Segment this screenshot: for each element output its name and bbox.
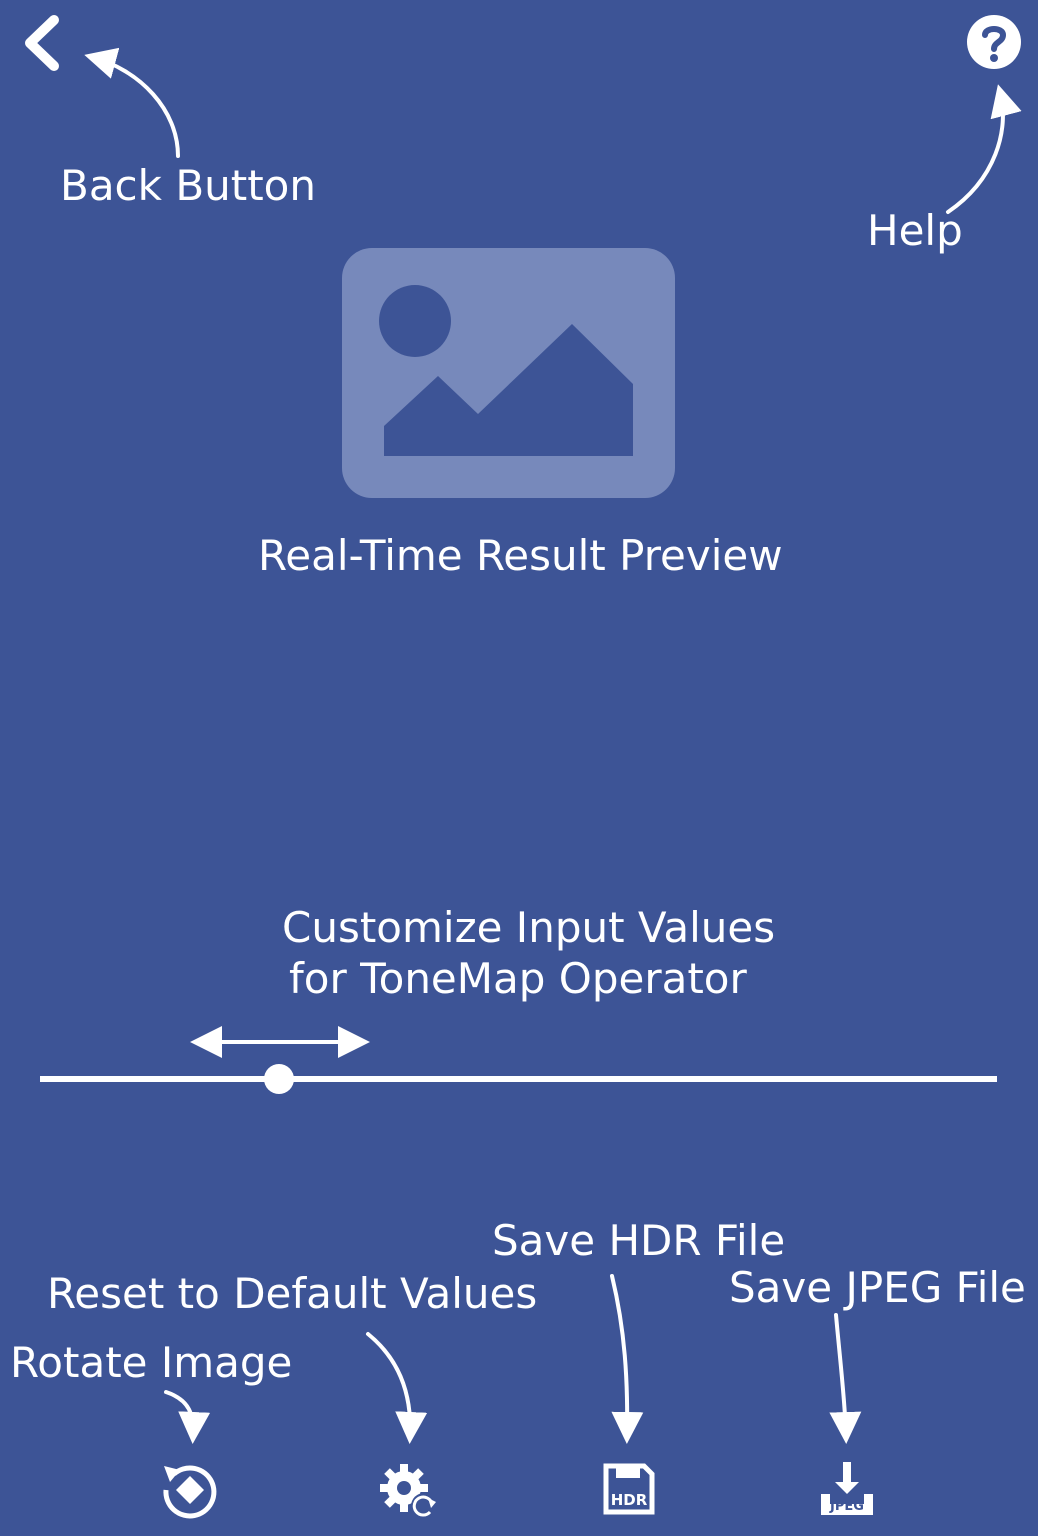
rotate-icon: [163, 1465, 217, 1519]
reset-annotation: Reset to Default Values: [47, 1269, 538, 1318]
save-jpeg-icon: JPEG: [821, 1462, 873, 1515]
save-hdr-annotation: Save HDR File: [492, 1216, 786, 1265]
help-button[interactable]: [966, 14, 1022, 70]
save-jpeg-annotation: Save JPEG File: [729, 1263, 1026, 1312]
save-hdr-arrow: [610, 1274, 644, 1444]
back-button[interactable]: [18, 12, 66, 72]
preview-annotation: Real-Time Result Preview: [258, 531, 783, 580]
reset-arrow: [366, 1332, 428, 1444]
chevron-left-icon: [25, 15, 59, 71]
customize-annotation-line1: Customize Input Values: [282, 903, 776, 952]
save-hdr-button[interactable]: HDR: [602, 1462, 656, 1516]
rotate-arrow: [164, 1390, 211, 1444]
help-arrow: [946, 84, 1022, 214]
customize-annotation-line2: for ToneMap Operator: [289, 954, 747, 1003]
preview-area: [342, 248, 675, 498]
svg-text:HDR: HDR: [611, 1491, 648, 1509]
rotate-button[interactable]: [160, 1460, 220, 1520]
save-hdr-icon: HDR: [603, 1463, 655, 1515]
slider-track[interactable]: [40, 1076, 997, 1082]
back-arrow: [84, 47, 180, 158]
value-slider[interactable]: [40, 1062, 997, 1098]
svg-text:JPEG: JPEG: [829, 1499, 864, 1514]
save-jpeg-arrow: [829, 1313, 862, 1444]
question-circle-icon: [967, 15, 1021, 69]
image-placeholder-icon: [342, 248, 675, 498]
rotate-annotation: Rotate Image: [10, 1338, 293, 1387]
save-jpeg-button[interactable]: JPEG: [818, 1460, 876, 1518]
reset-defaults-button[interactable]: [378, 1460, 440, 1520]
gear-reset-icon: [380, 1464, 437, 1519]
slider-thumb[interactable]: [264, 1064, 295, 1094]
back-button-annotation: Back Button: [60, 161, 316, 210]
help-annotation: Help: [867, 206, 963, 255]
